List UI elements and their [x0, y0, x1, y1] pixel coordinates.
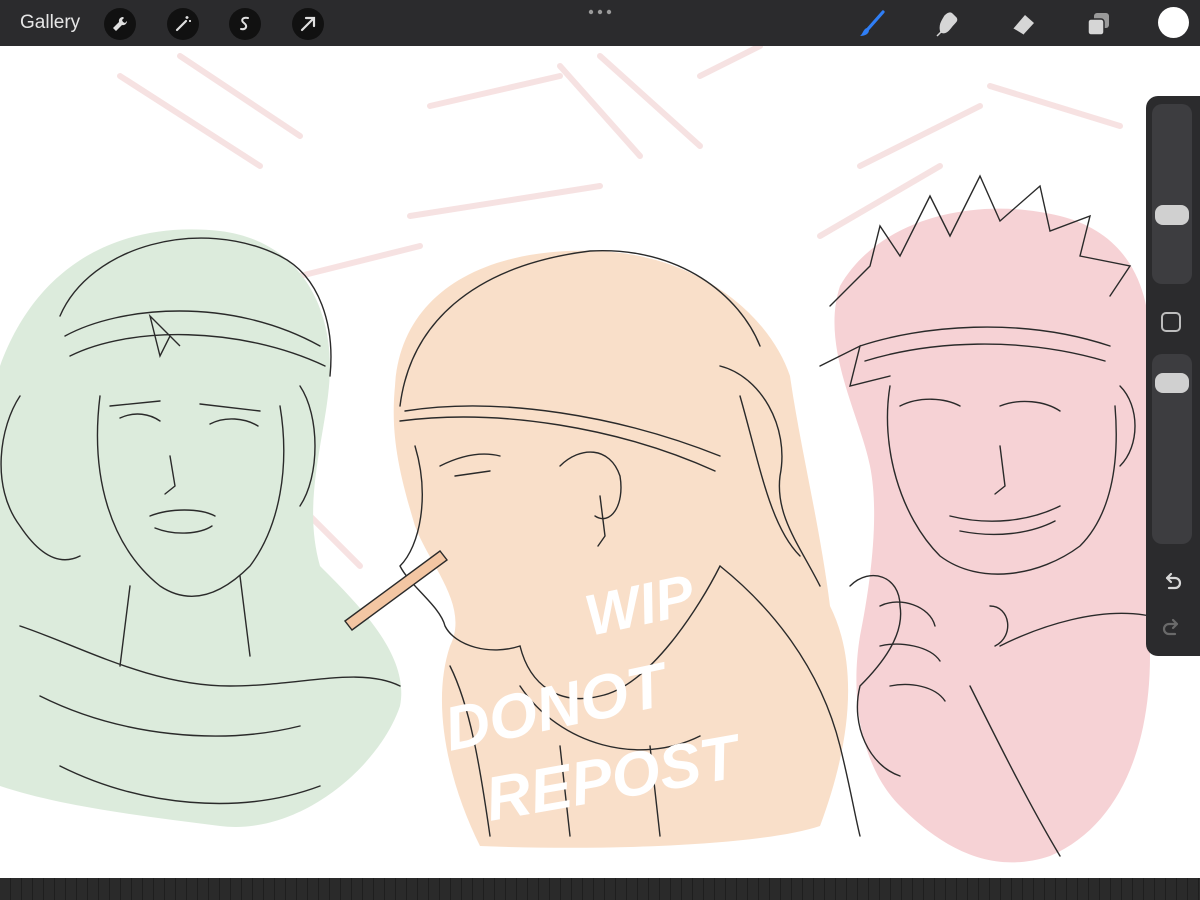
wrench-icon	[113, 16, 128, 31]
eraser-icon	[1012, 15, 1034, 36]
eraser-tool-button[interactable]	[1006, 7, 1040, 41]
bottom-status-bar	[0, 878, 1200, 900]
color-picker-button[interactable]	[1158, 7, 1189, 38]
opacity-slider[interactable]	[1152, 354, 1192, 544]
sketch-artwork: WIP DONOT REPOST	[0, 46, 1151, 863]
brush-size-knob[interactable]	[1155, 204, 1189, 225]
smudge-tool-button[interactable]	[930, 7, 964, 41]
adjustments-button[interactable]	[167, 8, 199, 40]
brush-icon	[860, 10, 885, 36]
modify-button[interactable]	[1161, 312, 1181, 332]
selection-button[interactable]	[229, 8, 261, 40]
right-figure-fill	[834, 208, 1150, 863]
gallery-button[interactable]: Gallery	[20, 12, 80, 34]
smudge-icon	[936, 12, 958, 37]
top-toolbar: Gallery	[0, 0, 1200, 46]
transform-button[interactable]	[292, 8, 324, 40]
layers-icon	[1087, 13, 1109, 36]
left-figure-fill	[0, 229, 402, 827]
opacity-knob[interactable]	[1155, 372, 1189, 393]
transform-arrow-icon	[300, 16, 316, 32]
selection-icon	[240, 16, 249, 31]
drawing-canvas[interactable]: WIP DONOT REPOST	[0, 46, 1200, 878]
brush-tool-button[interactable]	[855, 7, 889, 41]
brush-size-slider[interactable]	[1152, 104, 1192, 284]
side-toolbar	[1146, 96, 1200, 656]
magic-wand-icon	[175, 16, 191, 32]
more-options-icon[interactable]	[588, 9, 612, 15]
redo-icon[interactable]	[1159, 614, 1185, 640]
undo-icon[interactable]	[1159, 568, 1185, 594]
layers-button[interactable]	[1081, 7, 1115, 41]
actions-button[interactable]	[104, 8, 136, 40]
